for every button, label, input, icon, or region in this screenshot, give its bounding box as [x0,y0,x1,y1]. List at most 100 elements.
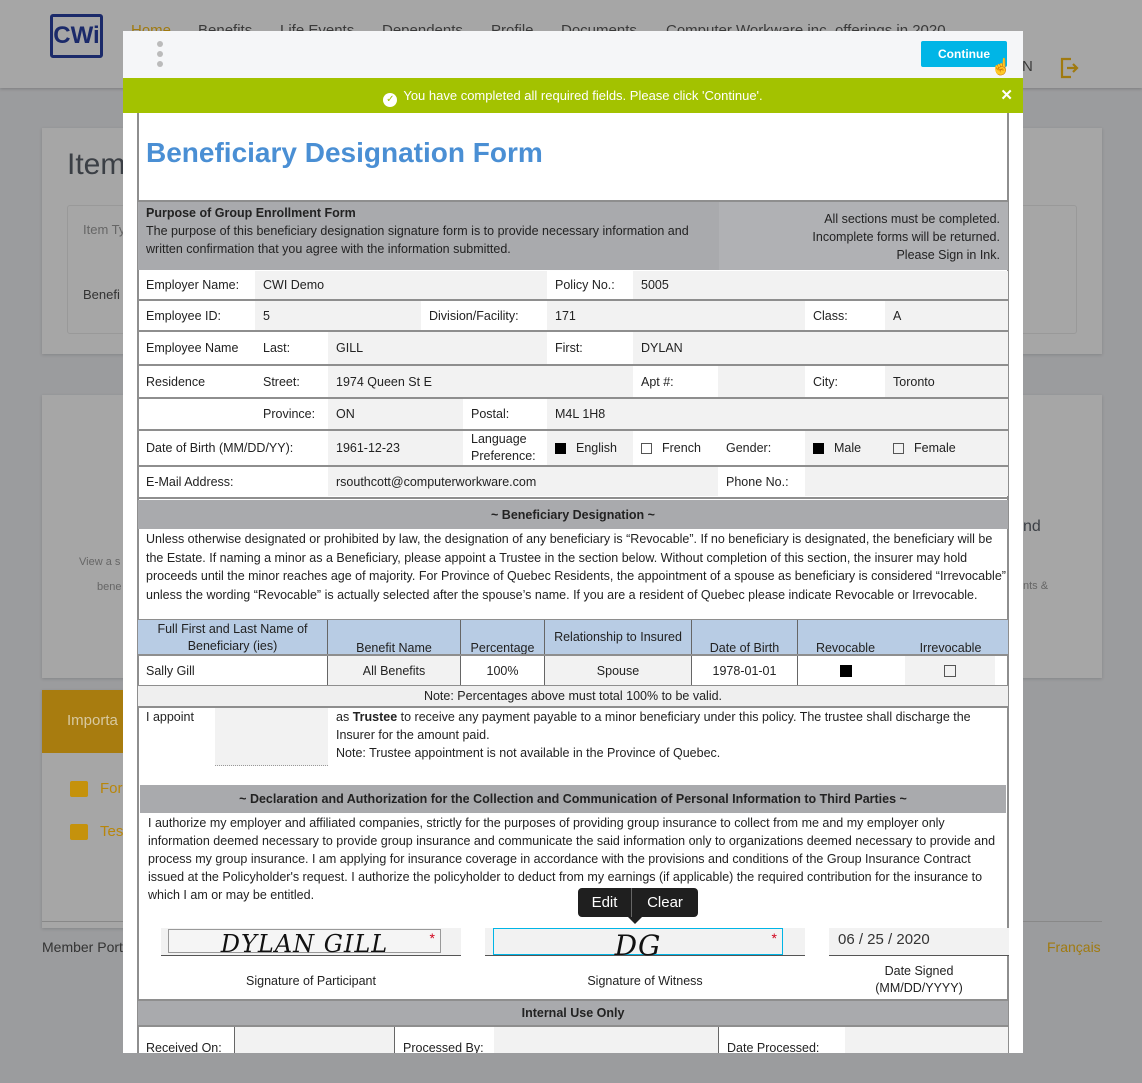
division-field[interactable]: 171 [547,301,805,330]
footer-text: Member Port [42,939,123,955]
col-header-percentage: Percentage [461,620,545,655]
banner-message: You have completed all required fields. … [403,88,763,103]
participant-signature-label: Signature of Participant [246,974,376,988]
beneficiary-dob-cell[interactable]: 1978-01-01 [692,656,798,685]
postal-field[interactable]: M4L 1H8 [547,399,1008,429]
processed-by-field [494,1027,719,1053]
mouse-cursor-icon: ☝ [991,59,1011,76]
percentage-cell[interactable]: 100% [461,656,545,685]
date-signed-field[interactable]: 06 / 25 / 2020 [829,928,1009,956]
benefit-name-cell[interactable]: All Benefits [328,656,461,685]
beneficiary-name-cell[interactable]: Sally Gill [138,656,328,685]
first-name-field[interactable]: DYLAN [633,332,1008,364]
witness-signature-field[interactable]: DG * [485,928,805,962]
witness-signature: DG [614,929,662,962]
postal-label: Postal: [471,407,510,421]
residence-label: Residence [146,374,206,389]
date-processed-field [845,1027,1008,1053]
declaration-section-header: ~ Declaration and Authorization for the … [140,785,1006,813]
checkbox-checked-icon[interactable] [839,664,852,677]
division-label: Division/Facility: [429,308,519,323]
processed-by-label: Processed By: [403,1041,484,1053]
language-label: Language Preference: [471,432,536,463]
relationship-cell[interactable]: Spouse [545,656,692,685]
email-label: E-Mail Address: [146,474,234,489]
clear-signature-button[interactable]: Clear [632,888,698,917]
apt-field[interactable] [718,366,805,397]
info-card-text: bene [97,581,122,593]
signature-tooltip: Edit Clear [578,888,698,924]
col-header-dob: Date of Birth [692,620,798,655]
user-name-fragment[interactable]: N [1022,58,1033,75]
gender-label: Gender: [726,441,772,455]
beneficiary-section-header: ~ Beneficiary Designation ~ [138,500,1008,529]
french-checkbox[interactable]: French [633,431,718,465]
checkbox-empty-icon[interactable] [944,664,956,677]
percentage-note: Note: Percentages above must total 100% … [138,686,1008,706]
apt-label: Apt #: [641,374,674,389]
cwi-logo[interactable]: CWi [50,14,103,58]
important-link[interactable]: Tes [100,823,123,840]
required-indicator: * [429,930,435,946]
purpose-text: The purpose of this beneficiary designat… [146,224,689,256]
col-header-benefit: Benefit Name [328,620,461,655]
logout-icon[interactable] [1060,57,1080,79]
dob-field[interactable]: 1961-12-23 [328,431,463,465]
signature-modal: Continue ✓ You have completed all require… [123,31,1023,1053]
participant-signature-field[interactable]: DYLAN GILL * [161,928,461,958]
dob-label: Date of Birth (MM/DD/YY): [146,441,294,455]
male-checkbox[interactable]: Male [805,431,885,465]
received-on-field [235,1027,395,1053]
email-field[interactable]: rsouthcott@computerworkware.com [328,467,718,496]
checkbox-empty-icon[interactable] [641,442,652,454]
province-label: Province: [263,407,316,421]
col-header-relationship: Relationship to Insured [545,620,692,655]
female-checkbox[interactable]: Female [885,431,1008,465]
date-processed-label: Date Processed: [727,1041,820,1053]
checkbox-checked-icon[interactable] [813,442,824,454]
class-label: Class: [813,308,848,323]
last-name-field[interactable]: GILL [328,332,547,364]
first-name-label: First: [555,341,583,355]
info-card-text: View a s [79,556,121,568]
street-field[interactable]: 1974 Queen St E [328,366,633,397]
col-header-irrevocable: Irrevocable [919,641,982,655]
class-field[interactable]: A [885,301,1008,330]
completion-banner: ✓ You have completed all required fields.… [123,78,1023,113]
policy-label: Policy No.: [555,278,615,292]
modal-toolbar [123,31,1023,78]
trustee-field[interactable] [215,708,328,766]
phone-field[interactable] [805,467,1008,496]
employee-id-label: Employee ID: [146,308,222,323]
employee-id-field[interactable]: 5 [255,301,421,330]
document-icon [70,824,88,840]
language-link[interactable]: Français [1047,939,1101,955]
required-indicator: * [771,930,777,946]
checkbox-checked-icon[interactable] [555,442,566,454]
policy-field[interactable]: 5005 [633,271,1008,299]
edit-signature-button[interactable]: Edit [578,888,632,917]
irrevocable-checkbox[interactable] [905,656,995,685]
info-card-title: nd [1023,518,1041,535]
city-field[interactable]: Toronto [885,366,1008,397]
english-checkbox[interactable]: English [547,431,633,465]
revocable-checkbox[interactable] [798,656,893,685]
checkbox-empty-icon[interactable] [893,442,904,454]
items-cell[interactable]: Benefi [83,287,120,302]
more-options-icon[interactable] [157,41,163,67]
document-icon [70,781,88,797]
witness-signature-label: Signature of Witness [587,974,703,988]
important-link[interactable]: For [100,780,123,797]
phone-label: Phone No.: [726,474,789,489]
col-header-revocable: Revocable [815,641,876,655]
info-card-text: nts & [1023,580,1049,592]
internal-use-header: Internal Use Only [138,1001,1008,1025]
notice-text: All sections must be completed. Incomplet… [812,212,1000,262]
items-card-title: Item [67,148,126,181]
employer-name-label: Employer Name: [146,278,240,292]
participant-signature: DYLAN GILL [220,930,389,958]
trustee-text: as Trustee to receive any payment payabl… [336,710,971,760]
employer-name-field[interactable]: CWI Demo [255,271,547,299]
close-banner-icon[interactable]: ✕ [1000,78,1013,113]
province-field[interactable]: ON [328,399,463,429]
